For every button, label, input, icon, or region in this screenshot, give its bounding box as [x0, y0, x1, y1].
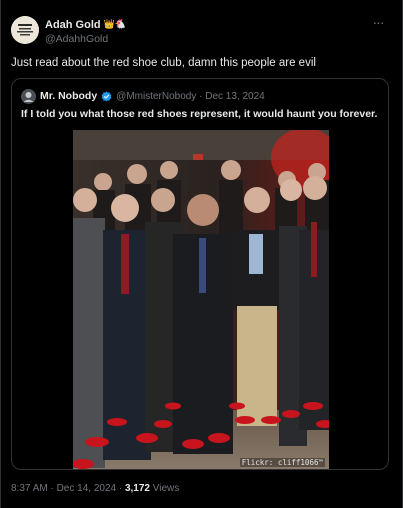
quoted-tweet[interactable]: Mr. Nobody @MmisterNobody · Dec 13, 2024…	[11, 78, 389, 470]
ellipsis-icon[interactable]: ···	[369, 15, 387, 32]
tweet-footer: 8:37 AM · Dec 14, 2024 · 3,172 Views	[11, 483, 179, 494]
verified-badge-icon	[101, 91, 112, 101]
views-count: 3,172	[124, 483, 150, 494]
quoted-handle-date: @MmisterNobody · Dec 13, 2024	[116, 90, 265, 102]
quoted-avatar[interactable]	[21, 88, 36, 104]
tweet-header: Adah Gold 👑🐔 @AdahhGold ···	[11, 15, 393, 48]
group-photo-red-shoes[interactable]: Flickr: cliff1066™	[73, 130, 329, 469]
tweet-text: Just read about the red shoe club, damn …	[11, 57, 316, 69]
quoted-tweet-text: If I told you what those red shoes repre…	[21, 108, 378, 120]
tweet-post: Adah Gold 👑🐔 @AdahhGold ··· Just read ab…	[0, 0, 403, 508]
author-display-name[interactable]: Adah Gold	[45, 19, 101, 31]
quoted-display-name[interactable]: Mr. Nobody	[40, 90, 97, 102]
image-watermark: Flickr: cliff1066™	[239, 458, 325, 467]
author-handle[interactable]: @AdahhGold	[45, 33, 126, 45]
author-info: Adah Gold 👑🐔 @AdahhGold	[45, 17, 127, 46]
tweet-timestamp[interactable]: 8:37 AM · Dec 14, 2024 ·	[11, 483, 125, 494]
views-label: Views	[149, 483, 180, 494]
avatar[interactable]	[11, 16, 39, 44]
quoted-tweet-header: Mr. Nobody @MmisterNobody · Dec 13, 2024	[21, 88, 265, 104]
author-badges: 👑🐔	[103, 19, 127, 29]
